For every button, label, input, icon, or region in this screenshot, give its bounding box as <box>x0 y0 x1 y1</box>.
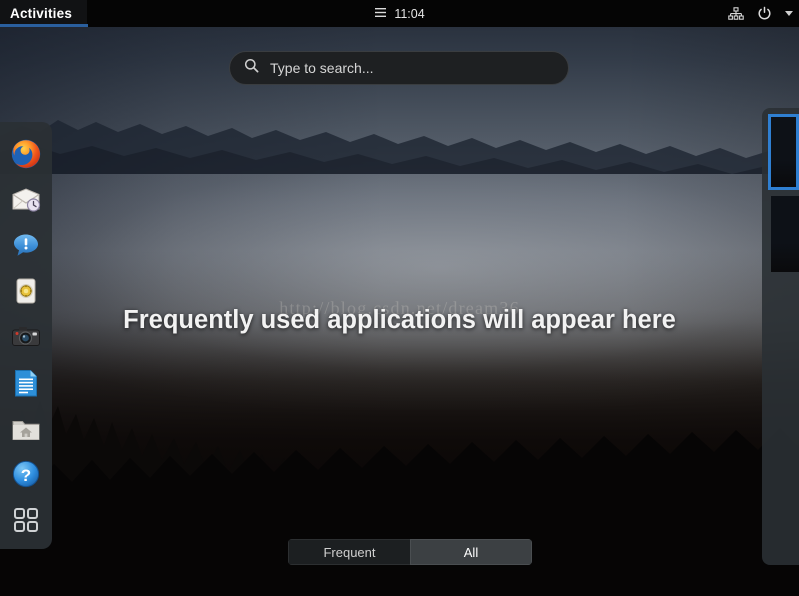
search-input[interactable]: Type to search... <box>229 51 569 85</box>
view-selector: Frequent All <box>288 539 532 565</box>
desktop-wallpaper <box>0 0 799 596</box>
dash: ? <box>0 122 52 549</box>
tab-all-label: All <box>463 544 479 560</box>
tab-frequent[interactable]: Frequent <box>288 539 410 565</box>
folder-home-icon <box>12 420 40 440</box>
chat-bubble-icon <box>14 234 38 257</box>
clock-area: 11:04 <box>0 0 799 27</box>
dash-item-chat[interactable] <box>3 223 49 269</box>
chevron-down-icon[interactable] <box>785 11 793 16</box>
workspace-switcher <box>762 108 799 565</box>
activities-button[interactable]: Activities <box>0 0 88 27</box>
dash-item-software-updates[interactable] <box>3 268 49 314</box>
dash-item-camera[interactable] <box>3 314 49 360</box>
firefox-icon <box>11 139 41 169</box>
software-updates-icon <box>16 278 36 304</box>
tab-all[interactable]: All <box>410 539 532 565</box>
search-icon <box>244 58 259 78</box>
dash-item-firefox[interactable] <box>3 131 49 177</box>
document-icon <box>15 369 37 397</box>
app-grid-button[interactable] <box>3 497 49 543</box>
power-icon[interactable] <box>757 6 772 21</box>
activities-active-indicator <box>0 24 88 27</box>
activities-label: Activities <box>10 6 73 21</box>
workspace-thumbnail-2[interactable] <box>771 196 799 272</box>
app-grid-icon <box>14 508 38 533</box>
top-bar: Activities 11:04 <box>0 0 799 27</box>
status-menu[interactable] <box>728 0 793 27</box>
help-icon: ? <box>12 461 40 488</box>
workspace-thumbnail-1[interactable] <box>768 114 799 190</box>
dash-item-document[interactable] <box>3 360 49 406</box>
camera-icon <box>12 327 40 347</box>
dash-item-files-home[interactable] <box>3 406 49 452</box>
dash-item-help[interactable]: ? <box>3 451 49 497</box>
wired-network-icon[interactable] <box>728 6 744 21</box>
tab-frequent-label: Frequent <box>323 544 376 560</box>
mail-icon <box>12 188 41 212</box>
hamburger-menu-icon[interactable] <box>374 7 387 20</box>
svg-text:?: ? <box>21 466 31 485</box>
gnome-shell-overview: Activities 11:04 Type to search... ? htt… <box>0 0 799 596</box>
dash-item-mail[interactable] <box>3 177 49 223</box>
clock-label[interactable]: 11:04 <box>394 7 424 21</box>
search-placeholder: Type to search... <box>270 60 374 76</box>
